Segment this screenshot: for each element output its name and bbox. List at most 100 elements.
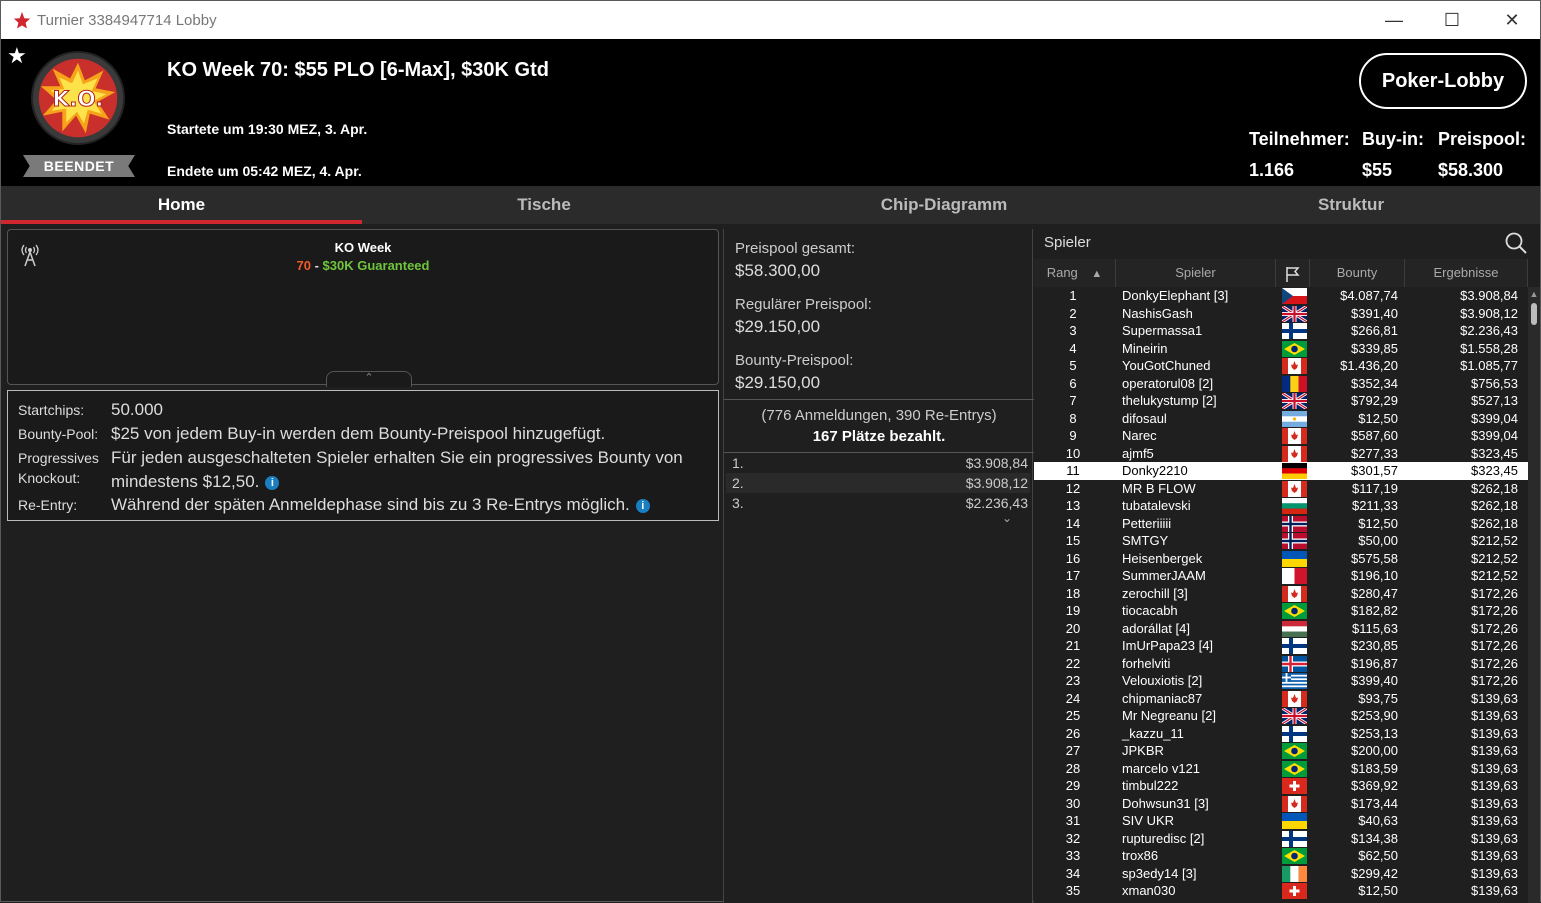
player-bounty: $587,60 bbox=[1351, 428, 1398, 443]
player-row[interactable]: 26 _kazzu_11 $253,13 $139,63 bbox=[1034, 725, 1528, 743]
collapse-info-button[interactable]: ⌃ bbox=[326, 371, 412, 387]
player-row[interactable]: 15 SMTGY $50,00 $212,52 bbox=[1034, 532, 1528, 550]
player-bounty: $62,50 bbox=[1358, 848, 1398, 863]
player-row[interactable]: 31 SIV UKR $40,63 $139,63 bbox=[1034, 812, 1528, 830]
player-bounty: $182,82 bbox=[1351, 603, 1398, 618]
bounty-pool-value: $25 von jedem Buy-in werden dem Bounty-P… bbox=[111, 424, 606, 443]
player-row[interactable]: 5 YouGotChuned $1.436,20 $1.085,77 bbox=[1034, 357, 1528, 375]
search-icon[interactable] bbox=[1504, 231, 1528, 255]
player-rank: 12 bbox=[1065, 480, 1081, 496]
country-flag-icon bbox=[1282, 708, 1307, 724]
country-flag-icon bbox=[1282, 760, 1307, 777]
favorite-star-icon[interactable]: ★ bbox=[7, 43, 27, 69]
player-row[interactable]: 19 tiocacabh $182,82 $172,26 bbox=[1034, 602, 1528, 620]
pko-info-icon[interactable]: i bbox=[265, 476, 280, 490]
entrants-label: Teilnehmer: bbox=[1249, 129, 1350, 149]
tournament-lobby-window: Turnier 3384947714 Lobby — ☐ ✕ ★ K.O. BE… bbox=[0, 0, 1541, 903]
tab-chip-chart[interactable]: Chip-Diagramm bbox=[726, 186, 1162, 224]
player-name: Mineirin bbox=[1122, 340, 1168, 356]
player-name: chipmaniac87 bbox=[1122, 690, 1203, 706]
player-row[interactable]: 8 difosaul $12,50 $399,04 bbox=[1034, 410, 1528, 428]
player-name: MR B FLOW bbox=[1122, 480, 1196, 496]
close-button[interactable]: ✕ bbox=[1489, 7, 1535, 33]
player-row[interactable]: 18 zerochill [3] $280,47 $172,26 bbox=[1034, 585, 1528, 603]
player-row[interactable]: 28 marcelo v121 $183,59 $139,63 bbox=[1034, 760, 1528, 778]
player-rank: 4 bbox=[1069, 340, 1077, 356]
maximize-button[interactable]: ☐ bbox=[1429, 7, 1475, 33]
country-flag-icon bbox=[1282, 340, 1307, 357]
country-flag-icon bbox=[1282, 778, 1307, 794]
player-row[interactable]: 1 DonkyElephant [3] $4.087,74 $3.908,84 bbox=[1034, 287, 1528, 305]
player-row[interactable]: 22 forhelviti $196,87 $172,26 bbox=[1034, 655, 1528, 673]
player-name: tiocacabh bbox=[1122, 603, 1178, 618]
player-rank: 23 bbox=[1065, 673, 1081, 688]
payout-place: 3. bbox=[732, 495, 744, 511]
column-header-country[interactable] bbox=[1276, 259, 1310, 287]
player-rank: 17 bbox=[1065, 568, 1081, 583]
tab-structure[interactable]: Struktur bbox=[1162, 186, 1540, 224]
payout-row: 1. $3.908,84 bbox=[726, 453, 1030, 473]
player-row[interactable]: 20 adorállat [4] $115,63 $172,26 bbox=[1034, 620, 1528, 638]
player-row[interactable]: 7 thelukystump [2] $792,29 $527,13 bbox=[1034, 392, 1528, 410]
player-result: $212,52 bbox=[1471, 550, 1518, 566]
payout-amount: $3.908,84 bbox=[965, 455, 1028, 471]
player-bounty: $253,13 bbox=[1351, 725, 1398, 741]
player-row[interactable]: 24 chipmaniac87 $93,75 $139,63 bbox=[1034, 690, 1528, 708]
player-row[interactable]: 6 operatorul08 [2] $352,34 $756,53 bbox=[1034, 375, 1528, 393]
column-header-player[interactable]: Spieler bbox=[1116, 259, 1276, 287]
player-row[interactable]: 13 tubatalevski $211,33 $262,18 bbox=[1034, 497, 1528, 515]
scrollbar-thumb[interactable] bbox=[1531, 303, 1537, 325]
player-row[interactable]: 17 SummerJAAM $196,10 $212,52 bbox=[1034, 567, 1528, 585]
column-header-results[interactable]: Ergebnisse bbox=[1405, 259, 1528, 287]
player-row[interactable]: 34 sp3edy14 [3] $299,42 $139,63 bbox=[1034, 865, 1528, 883]
player-row[interactable]: 25 Mr Negreanu [2] $253,90 $139,63 bbox=[1034, 707, 1528, 725]
player-result: $399,04 bbox=[1471, 410, 1518, 426]
player-row[interactable]: 3 Supermassa1 $266,81 $2.236,43 bbox=[1034, 322, 1528, 340]
player-result: $756,53 bbox=[1471, 375, 1518, 391]
player-result: $172,26 bbox=[1471, 655, 1518, 671]
player-rank: 10 bbox=[1065, 445, 1081, 461]
player-name: marcelo v121 bbox=[1122, 760, 1201, 776]
poker-lobby-button[interactable]: Poker-Lobby bbox=[1359, 53, 1527, 109]
player-row[interactable]: 2 NashisGash $391,40 $3.908,12 bbox=[1034, 305, 1528, 323]
player-row[interactable]: 9 Narec $587,60 $399,04 bbox=[1034, 427, 1528, 445]
player-row[interactable]: 32 rupturedisc [2] $134,38 $139,63 bbox=[1034, 830, 1528, 848]
player-row[interactable]: 30 Dohwsun31 [3] $173,44 $139,63 bbox=[1034, 795, 1528, 813]
player-row[interactable]: 29 timbul222 $369,92 $139,63 bbox=[1034, 777, 1528, 795]
player-bounty: $230,85 bbox=[1351, 638, 1398, 653]
ko-logo: K.O. bbox=[30, 50, 126, 146]
tab-tables[interactable]: Tische bbox=[362, 186, 726, 224]
expand-payouts-chevron-icon[interactable]: ⌄ bbox=[1002, 511, 1012, 525]
player-row[interactable]: 27 JPKBR $200,00 $139,63 bbox=[1034, 742, 1528, 760]
prizepool-value: $58.300 bbox=[1438, 160, 1504, 180]
player-row[interactable]: 14 Petteriiiii $12,50 $262,18 bbox=[1034, 515, 1528, 533]
players-scrollbar[interactable]: ▲ bbox=[1528, 287, 1540, 903]
tab-home[interactable]: Home bbox=[1, 186, 362, 224]
column-header-rank[interactable]: Rang ▲ bbox=[1034, 259, 1116, 287]
player-bounty: $200,00 bbox=[1351, 743, 1398, 758]
player-rank: 6 bbox=[1069, 375, 1077, 391]
player-row[interactable]: 12 MR B FLOW $117,19 $262,18 bbox=[1034, 480, 1528, 498]
player-row[interactable]: 23 Velouxiotis [2] $399,40 $172,26 bbox=[1034, 672, 1528, 690]
player-row[interactable]: 33 trox86 $62,50 $139,63 bbox=[1034, 847, 1528, 865]
player-result: $172,26 bbox=[1471, 585, 1518, 601]
player-row[interactable]: 4 Mineirin $339,85 $1.558,28 bbox=[1034, 340, 1528, 358]
player-row[interactable]: 35 xman030 $12,50 $139,63 bbox=[1034, 882, 1528, 900]
player-bounty: $352,34 bbox=[1351, 375, 1398, 391]
reentry-text: Während der späten Anmeldephase sind bis… bbox=[111, 495, 630, 514]
player-row[interactable]: 16 Heisenbergek $575,58 $212,52 bbox=[1034, 550, 1528, 568]
player-row[interactable]: 11 Donky2210 $301,57 $323,45 bbox=[1034, 462, 1528, 480]
country-flag-icon bbox=[1282, 480, 1307, 497]
player-row[interactable]: 21 ImUrPapa23 [4] $230,85 $172,26 bbox=[1034, 637, 1528, 655]
scroll-up-icon[interactable]: ▲ bbox=[1529, 289, 1539, 299]
minimize-button[interactable]: — bbox=[1371, 7, 1417, 33]
end-time: Endete um 05:42 MEZ, 4. Apr. bbox=[167, 163, 362, 179]
country-flag-icon bbox=[1282, 288, 1307, 304]
tournament-title: KO Week 70: $55 PLO [6-Max], $30K Gtd bbox=[167, 59, 549, 81]
player-result: $212,52 bbox=[1471, 568, 1518, 583]
player-rank: 3 bbox=[1069, 323, 1077, 338]
player-row[interactable]: 10 ajmf5 $277,33 $323,45 bbox=[1034, 445, 1528, 463]
reentry-info-icon[interactable]: i bbox=[635, 499, 650, 513]
column-header-bounty[interactable]: Bounty bbox=[1310, 259, 1405, 287]
player-name: SMTGY bbox=[1122, 533, 1169, 548]
